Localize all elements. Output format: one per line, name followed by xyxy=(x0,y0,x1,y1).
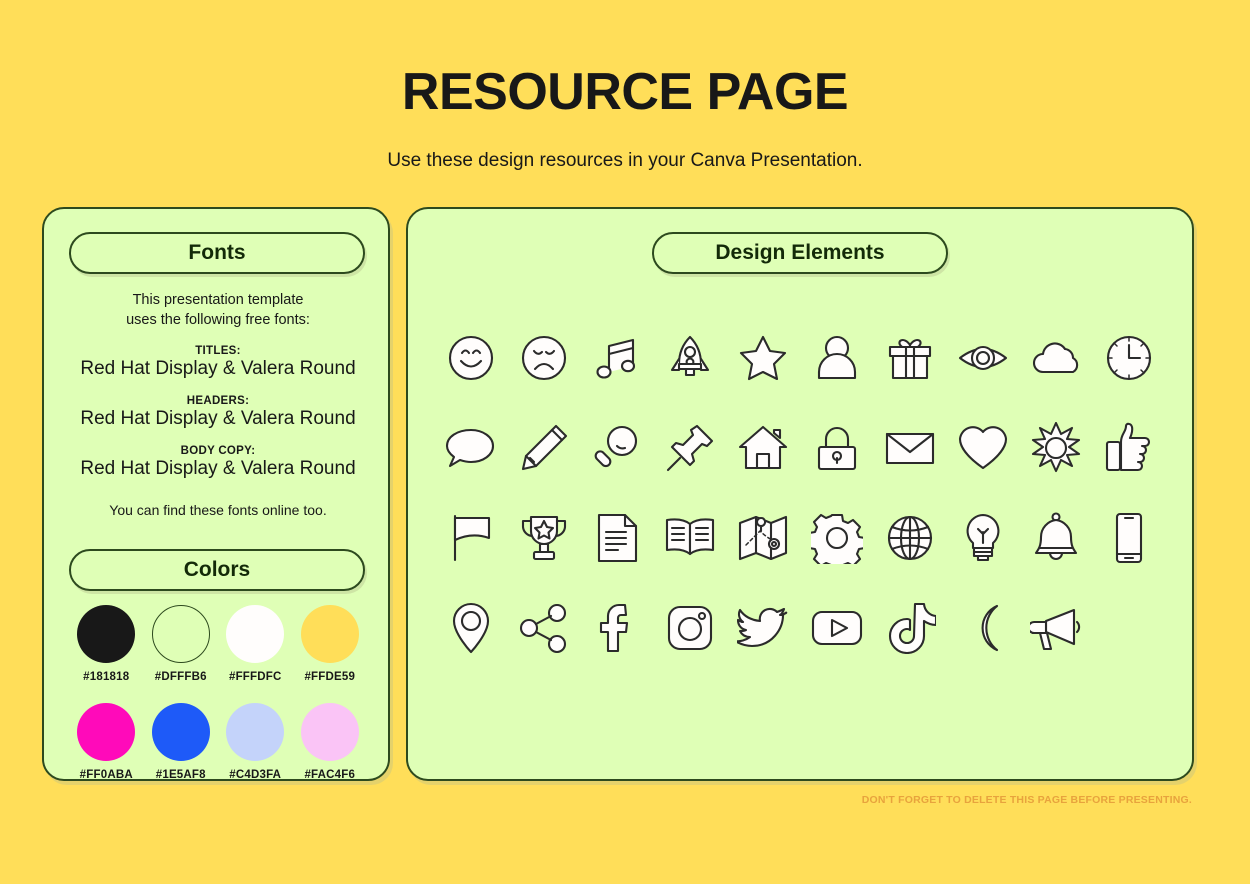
map-icon[interactable] xyxy=(727,507,800,569)
person-icon[interactable] xyxy=(800,327,873,389)
color-hex-label: #FF0ABA xyxy=(79,769,133,781)
phone-icon[interactable] xyxy=(1093,507,1166,569)
color-swatch-circle xyxy=(77,703,136,761)
color-swatch-item[interactable]: #FAC4F6 xyxy=(293,703,368,781)
font-entry-name: Red Hat Display & Valera Round xyxy=(80,408,356,429)
share-icon[interactable] xyxy=(507,597,580,659)
color-swatch-item[interactable]: #1E5AF8 xyxy=(144,703,219,781)
color-swatch-item[interactable]: #181818 xyxy=(69,605,144,683)
fonts-outro: You can find these fonts online too. xyxy=(109,502,327,518)
document-icon[interactable] xyxy=(580,507,653,569)
moon-icon[interactable] xyxy=(946,597,1019,659)
color-swatch-item[interactable]: #FF0ABA xyxy=(69,703,144,781)
color-hex-label: #C4D3FA xyxy=(229,769,282,781)
pencil-icon[interactable] xyxy=(507,417,580,479)
instagram-icon[interactable] xyxy=(654,597,727,659)
design-elements-header: Design Elements xyxy=(652,232,948,274)
font-entry-name: Red Hat Display & Valera Round xyxy=(80,458,356,479)
font-entry-body-copy: BODY COPY: Red Hat Display & Valera Roun… xyxy=(44,445,392,480)
fonts-intro-line-1: This presentation template xyxy=(132,292,304,308)
facebook-icon[interactable] xyxy=(580,597,653,659)
magnifying-glass-icon[interactable] xyxy=(580,417,653,479)
color-hex-label: #DFFFB6 xyxy=(154,671,207,683)
colors-section-label: Colors xyxy=(183,558,251,581)
color-swatch-circle xyxy=(226,605,285,663)
color-swatch-item[interactable]: #DFFFB6 xyxy=(144,605,219,683)
font-entry-label: HEADERS: xyxy=(186,395,250,407)
smiley-face-icon[interactable] xyxy=(434,327,507,389)
envelope-icon[interactable] xyxy=(873,417,946,479)
lightbulb-icon[interactable] xyxy=(946,507,1019,569)
color-hex-label: #FFFDFC xyxy=(228,671,282,683)
color-swatch-circle xyxy=(300,605,359,663)
globe-icon[interactable] xyxy=(873,507,946,569)
color-swatch-grid: #181818 #DFFFB6 #FFFDFC #FFDE59 #FF0ABA #1E5A… xyxy=(69,605,367,781)
sad-face-icon[interactable] xyxy=(507,327,580,389)
color-swatch-circle xyxy=(151,605,210,663)
book-icon[interactable] xyxy=(654,507,727,569)
color-swatch-circle xyxy=(151,703,210,761)
color-swatch-circle xyxy=(300,703,359,761)
fonts-intro-line-2: uses the following free fonts: xyxy=(126,311,310,328)
megaphone-icon[interactable] xyxy=(1020,597,1093,659)
color-hex-label: #1E5AF8 xyxy=(155,769,206,781)
color-hex-label: #FFDE59 xyxy=(304,671,356,683)
fonts-intro: This presentation template uses the foll… xyxy=(44,291,392,330)
font-entry-label: TITLES: xyxy=(195,345,241,357)
font-entry-headers: HEADERS: Red Hat Display & Valera Round xyxy=(44,395,392,430)
fonts-and-colors-panel: Fonts This presentation template uses th… xyxy=(42,207,390,781)
lock-icon[interactable] xyxy=(800,417,873,479)
font-entry-name: Red Hat Display & Valera Round xyxy=(80,358,356,379)
font-entry-titles: TITLES: Red Hat Display & Valera Round xyxy=(44,345,392,380)
design-elements-label: Design Elements xyxy=(715,241,885,264)
flag-icon[interactable] xyxy=(434,507,507,569)
color-swatch-item[interactable]: #FFFDFC xyxy=(218,605,293,683)
design-elements-panel: Design Elements xyxy=(406,207,1194,781)
location-pin-icon[interactable] xyxy=(434,597,507,659)
twitter-icon[interactable] xyxy=(727,597,800,659)
tiktok-icon[interactable] xyxy=(873,597,946,659)
pushpin-icon[interactable] xyxy=(654,417,727,479)
font-entry-label: BODY COPY: xyxy=(180,445,256,457)
colors-section-header: Colors xyxy=(69,549,365,591)
bell-icon[interactable] xyxy=(1020,507,1093,569)
page-subtitle: Use these design resources in your Canva… xyxy=(387,150,863,171)
gear-icon[interactable] xyxy=(800,507,873,569)
clock-icon[interactable] xyxy=(1093,327,1166,389)
color-hex-label: #181818 xyxy=(83,671,130,683)
fonts-section-label: Fonts xyxy=(188,241,246,264)
thumbs-up-icon[interactable] xyxy=(1093,417,1166,479)
sun-icon[interactable] xyxy=(1020,417,1093,479)
heart-icon[interactable] xyxy=(946,417,1019,479)
color-swatch-circle xyxy=(77,605,136,663)
house-icon[interactable] xyxy=(727,417,800,479)
eye-icon[interactable] xyxy=(946,327,1019,389)
slide-canvas: RESOURCE PAGE Use these design resources… xyxy=(0,0,1250,884)
music-note-icon[interactable] xyxy=(580,327,653,389)
rocket-icon[interactable] xyxy=(654,327,727,389)
star-icon[interactable] xyxy=(727,327,800,389)
color-hex-label: #FAC4F6 xyxy=(304,769,356,781)
page-title: RESOURCE PAGE xyxy=(401,63,849,121)
trophy-icon[interactable] xyxy=(507,507,580,569)
color-swatch-circle xyxy=(226,703,285,761)
color-swatch-item[interactable]: #C4D3FA xyxy=(218,703,293,781)
delete-page-reminder: DON'T FORGET TO DELETE THIS PAGE BEFORE … xyxy=(861,794,1192,806)
speech-bubble-icon[interactable] xyxy=(434,417,507,479)
youtube-icon[interactable] xyxy=(800,597,873,659)
design-elements-grid xyxy=(434,327,1166,659)
color-swatch-item[interactable]: #FFDE59 xyxy=(293,605,368,683)
fonts-section-header: Fonts xyxy=(69,232,365,274)
cloud-icon[interactable] xyxy=(1020,327,1093,389)
gift-icon[interactable] xyxy=(873,327,946,389)
